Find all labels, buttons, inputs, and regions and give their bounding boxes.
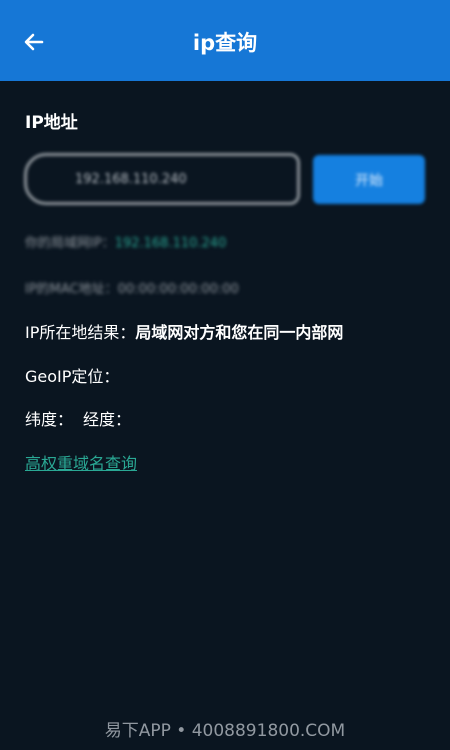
local-ip-label: 你的局域网IP： xyxy=(25,236,115,251)
mac-row: IP的MAC地址：00:00:00:00:00:00 xyxy=(25,278,239,297)
watermark: 易下APP • 4008891800.COM xyxy=(104,721,346,741)
local-ip-row: 你的局域网IP：192.168.110.240 xyxy=(25,232,226,251)
location-label: IP所在地结果： xyxy=(25,323,136,342)
mac-label: IP的MAC地址： xyxy=(25,282,118,297)
coordinates-row: 纬度： 经度： xyxy=(25,406,131,430)
arrow-left-icon xyxy=(24,33,44,51)
ip-input-value: 192.168.110.240 xyxy=(75,171,187,187)
query-button[interactable]: 开始 xyxy=(313,155,425,204)
longitude-label: 经度： xyxy=(83,410,132,429)
latitude-label: 纬度： xyxy=(25,410,74,429)
back-button[interactable] xyxy=(14,22,54,62)
local-ip-value: 192.168.110.240 xyxy=(114,236,227,251)
mac-value: 00:00:00:00:00:00 xyxy=(117,282,239,297)
ip-address-label: IP地址 xyxy=(25,113,78,133)
ip-input[interactable]: 192.168.110.240 xyxy=(24,153,300,205)
location-row: IP所在地结果：局域网对方和您在同一内部网 xyxy=(25,319,343,343)
domain-query-link[interactable]: 高权重域名查询 xyxy=(25,450,137,474)
page-title: ip查询 xyxy=(192,31,258,55)
geoip-row: GeoIP定位： xyxy=(25,363,119,387)
geoip-label: GeoIP定位： xyxy=(25,367,120,386)
location-value: 局域网对方和您在同一内部网 xyxy=(135,323,344,342)
